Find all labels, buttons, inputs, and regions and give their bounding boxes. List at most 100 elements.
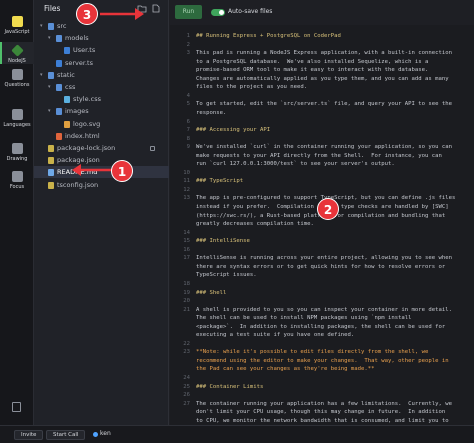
callout-badge-2: 2: [317, 198, 339, 220]
line-number: 8: [186, 135, 190, 142]
line-number: 18: [183, 280, 190, 287]
tree-item-label: User.ts: [73, 46, 96, 55]
file-item[interactable]: logo.svg: [34, 118, 169, 130]
user-presence-dot: [93, 432, 98, 437]
folder-item[interactable]: ▾ models: [34, 32, 169, 44]
code-line: ### IntelliSense: [196, 238, 250, 245]
explorer-title: Files: [44, 4, 61, 13]
file-item[interactable]: index.html: [34, 130, 169, 142]
line-number: 26: [183, 392, 190, 399]
lock-icon: [150, 146, 155, 151]
chevron-down-icon[interactable]: ▾: [40, 20, 46, 32]
activity-label: Drawing: [6, 156, 28, 162]
questions-icon: [11, 69, 23, 80]
activity-label: JavaScript: [4, 29, 30, 35]
line-number: 1: [186, 33, 190, 39]
css-file-icon: [64, 96, 70, 104]
new-file-icon[interactable]: [151, 4, 161, 13]
activity-label: Questions: [4, 82, 30, 88]
line-number: 10: [183, 169, 190, 176]
code-line: IntelliSense is running across your enti…: [196, 255, 452, 262]
code-line: ## Running Express + PostgreSQL on Coder…: [196, 33, 341, 39]
activity-label: NodeJS: [8, 58, 26, 64]
code-line: **Note: while it's possible to edit file…: [196, 349, 429, 356]
javascript-icon: [11, 16, 23, 27]
line-number: 25: [183, 383, 190, 390]
line-number: 23: [183, 349, 190, 356]
run-button[interactable]: Run: [175, 5, 202, 19]
chevron-down-icon[interactable]: ▾: [48, 105, 54, 117]
start-call-button[interactable]: Start Call: [46, 430, 86, 440]
tree-item-label: logo.svg: [73, 119, 101, 128]
chevron-down-icon[interactable]: ▾: [48, 32, 54, 44]
line-number: 15: [183, 238, 190, 245]
activity-bar: JavaScript NodeJS Questions Languages Drawin…: [0, 0, 34, 443]
code-line: executing a test suite if you have one d…: [196, 332, 355, 339]
callout-arrow-1: [72, 164, 114, 176]
line-number: 22: [183, 340, 190, 347]
file-item[interactable]: package-lock.json: [34, 142, 169, 154]
file-item[interactable]: server.ts: [34, 57, 169, 69]
line-number: 6: [186, 118, 190, 125]
line-number: 19: [183, 289, 190, 296]
invite-button[interactable]: Invite: [14, 430, 44, 440]
activity-javascript[interactable]: JavaScript: [0, 2, 34, 35]
line-number: 4: [186, 92, 190, 99]
activity-nodejs[interactable]: NodeJS: [0, 42, 34, 64]
focus-icon: [11, 171, 23, 182]
folder-item[interactable]: ▾ images: [34, 105, 169, 117]
code-line: promise-based ORM tool to make it easy t…: [196, 67, 429, 74]
folder-item[interactable]: ▾ static: [34, 69, 169, 81]
line-number: 20: [183, 298, 190, 305]
line-number: 2: [186, 41, 190, 48]
line-number: 14: [183, 229, 190, 236]
line-number: 5: [186, 101, 190, 108]
activity-focus[interactable]: Focus: [0, 168, 34, 190]
chevron-down-icon[interactable]: ▾: [40, 69, 46, 81]
line-number-gutter: 1 2 3 4 5 6 7 8 9 10 11 12 13 14 15 16 17 18 19 20 21 22 23 24 2…: [170, 25, 192, 425]
line-number: 12: [183, 186, 190, 193]
code-line: to CPU, we monitor the network bandwidth…: [196, 417, 449, 424]
code-line: <package>`. In addition to installing pa…: [196, 323, 446, 330]
folder-icon: [56, 35, 62, 43]
user-name: ken: [100, 430, 111, 437]
code-line: Changes are automatically applied as you…: [196, 75, 449, 82]
tree-item-label: package-lock.json: [57, 144, 116, 152]
folder-item[interactable]: ▾ css: [34, 81, 169, 93]
code-line: the Pad can see your changes as they're …: [196, 366, 375, 373]
file-item[interactable]: User.ts: [34, 44, 169, 56]
line-number: 11: [183, 178, 190, 185]
line-number: 9: [186, 144, 190, 151]
bottom-bar: Invite Start Call ken: [0, 425, 474, 443]
ts-file-icon: [56, 59, 62, 67]
code-line: To get started, edit the `src/server.ts`…: [196, 101, 452, 108]
code-line: A shell is provided to you so you can in…: [196, 306, 452, 313]
folder-icon: [56, 84, 62, 91]
code-line: ### TypeScript: [196, 178, 244, 185]
tree-item-label: index.html: [65, 131, 100, 140]
tree-item-label: models: [65, 34, 89, 43]
activity-drawing[interactable]: Drawing: [0, 140, 34, 162]
callout-badge-1: 1: [111, 160, 133, 182]
editor-toolbar: Run Auto-save files: [170, 0, 474, 25]
activity-label: Focus: [9, 184, 25, 190]
copy-icon[interactable]: [12, 402, 21, 412]
code-line: ### Shell: [196, 289, 227, 296]
ts-file-icon: [64, 47, 70, 55]
file-item[interactable]: style.css: [34, 93, 169, 105]
code-line: The container running your application h…: [196, 400, 452, 407]
chevron-down-icon[interactable]: ▾: [48, 81, 54, 93]
tree-item-label: css: [65, 83, 76, 91]
file-item[interactable]: tsconfig.json: [34, 179, 169, 191]
autosave-toggle[interactable]: [211, 9, 225, 16]
activity-languages[interactable]: Languages: [0, 106, 34, 130]
json-file-icon: [48, 157, 54, 165]
code-line: This pad is running a NodeJS Express app…: [196, 50, 452, 57]
code-line: ### Accessing your API: [196, 127, 271, 134]
activity-questions[interactable]: Questions: [0, 66, 34, 90]
code-line: recommend using the editor to make your …: [196, 357, 449, 364]
autosave-label: Auto-save files: [228, 8, 273, 15]
json-file-icon: [48, 145, 54, 152]
html-file-icon: [56, 132, 62, 140]
code-editor[interactable]: 1 2 3 4 5 6 7 8 9 10 11 12 13 14 15 16 17 18 19 20 21 22 23 24 2…: [170, 25, 474, 425]
